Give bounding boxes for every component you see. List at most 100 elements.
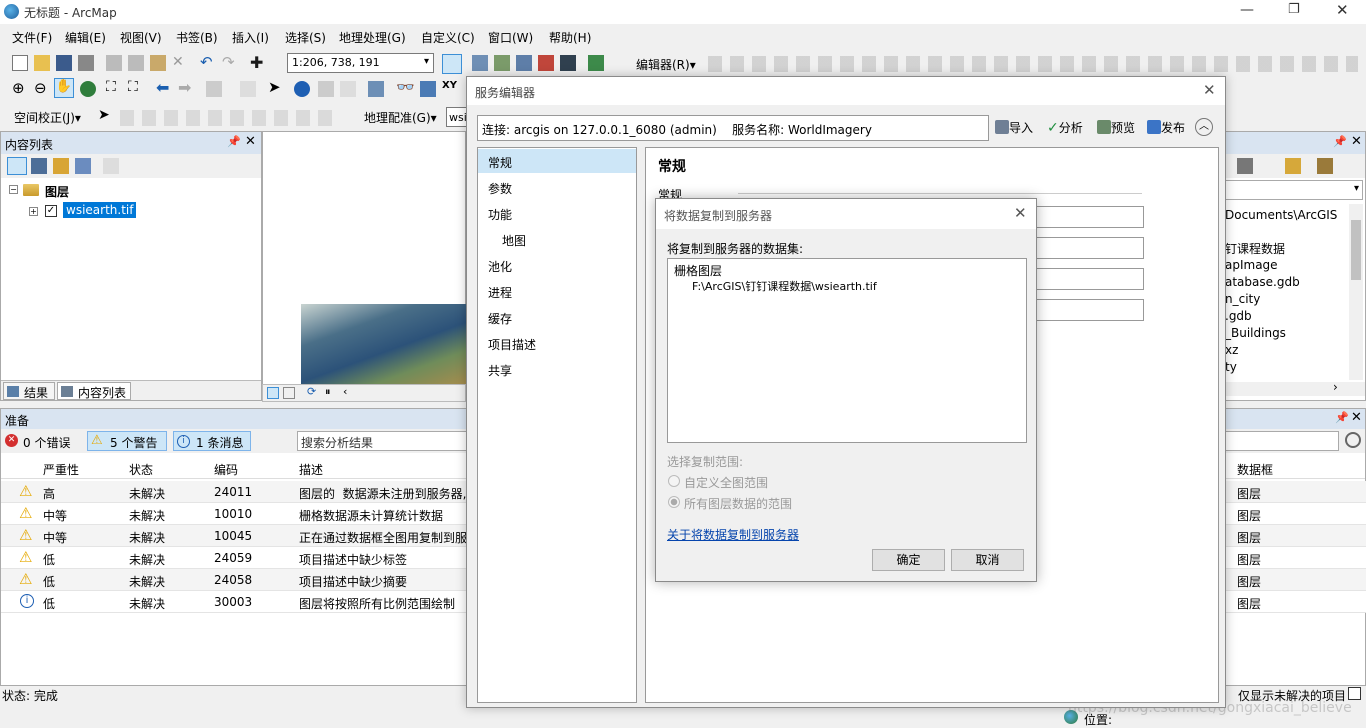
menu-windows[interactable]: 窗口(W) (488, 29, 533, 46)
menu-insert[interactable]: 插入(I) (232, 29, 269, 46)
catalog-hscroll[interactable]: › (1219, 380, 1365, 396)
publish-button[interactable]: 发布 (1147, 119, 1185, 136)
col-description[interactable]: 描述 (299, 461, 323, 478)
dataset-list[interactable]: 栅格图层 F:\ArcGIS\钉钉课程数据\wsiearth.tif (667, 258, 1027, 443)
forward-icon[interactable]: ➡ (178, 78, 194, 97)
find-route-icon[interactable] (420, 81, 436, 97)
nav-parameters[interactable]: 参数 (488, 180, 512, 197)
nav-item-description[interactable]: 项目描述 (488, 336, 536, 353)
scroll-thumb[interactable] (1351, 220, 1361, 280)
nav-sharing[interactable]: 共享 (488, 362, 512, 379)
close-icon[interactable]: ✕ (1336, 1, 1349, 19)
pan-icon[interactable]: ✋ (54, 78, 74, 98)
editor-toolbar-icon[interactable] (442, 54, 462, 74)
redo-icon[interactable]: ↷ (222, 53, 238, 71)
paste-icon[interactable] (150, 55, 166, 71)
all-layers-extent-radio[interactable] (668, 496, 680, 508)
catalog-item[interactable]: atabase.gdb (1225, 275, 1300, 289)
copy-icon[interactable] (128, 55, 144, 71)
only-unresolved-checkbox[interactable] (1348, 687, 1361, 700)
pause-icon[interactable]: ⏸ (325, 385, 331, 399)
connect-folder-icon[interactable] (1285, 158, 1301, 174)
minimize-icon[interactable]: — (1240, 2, 1254, 18)
view-toggle-icon[interactable] (1237, 158, 1253, 174)
nav-pooling[interactable]: 池化 (488, 258, 512, 275)
col-dataframe[interactable]: 数据框 (1237, 461, 1273, 478)
ok-button[interactable]: 确定 (872, 549, 945, 571)
warnings-filter[interactable]: ⚠ 5 个警告 (87, 431, 167, 451)
full-extent-icon[interactable] (80, 81, 96, 97)
data-view-icon[interactable] (267, 387, 279, 399)
hyperlink-icon[interactable] (318, 81, 334, 97)
text-field[interactable] (1036, 268, 1144, 290)
list-by-drawing-order-icon[interactable] (7, 157, 27, 175)
catalog-location[interactable]: ▾ (1223, 180, 1363, 200)
select-tool-icon[interactable]: ➤ (98, 107, 114, 123)
catalog-item[interactable]: _Buildings (1225, 326, 1286, 340)
scroll-left-icon[interactable]: ‹ (343, 385, 347, 398)
print-icon[interactable] (78, 55, 94, 71)
list-by-visibility-icon[interactable] (53, 158, 69, 174)
nav-caching[interactable]: 缓存 (488, 310, 512, 327)
identify-icon[interactable] (294, 81, 310, 97)
html-popup-icon[interactable] (340, 81, 356, 97)
col-code[interactable]: 编码 (214, 461, 238, 478)
scroll-right-icon[interactable]: › (1333, 380, 1338, 394)
measure-icon[interactable] (368, 81, 384, 97)
text-field[interactable] (1036, 237, 1144, 259)
pin-icon[interactable]: 📌 (227, 135, 241, 148)
catalog-item[interactable]: .gdb (1225, 309, 1252, 323)
menu-file[interactable]: 文件(F) (12, 29, 52, 46)
custom-extent-radio[interactable] (668, 475, 680, 487)
spatial-adjustment-menu[interactable]: 空间校正(J)▾ (14, 109, 81, 126)
menu-select[interactable]: 选择(S) (285, 29, 326, 46)
search-icon[interactable] (1345, 432, 1361, 448)
refresh-icon[interactable]: ⟳ (307, 385, 316, 398)
editor-menu[interactable]: 编辑器(R)▾ (636, 56, 696, 73)
layer-visibility-checkbox[interactable]: ✓ (45, 205, 57, 217)
delete-icon[interactable]: ✕ (172, 54, 188, 70)
service-editor-close-icon[interactable]: ✕ (1203, 81, 1216, 99)
help-link[interactable]: 关于将数据复制到服务器 (667, 526, 799, 543)
analyze-button[interactable]: ✓分析 (1047, 119, 1083, 136)
catalog-item[interactable]: n_city (1225, 292, 1260, 306)
search-window-icon[interactable] (516, 55, 532, 71)
col-status[interactable]: 状态 (129, 461, 153, 478)
catalog-item[interactable]: ty (1225, 360, 1237, 374)
list-by-source-icon[interactable] (31, 158, 47, 174)
nav-general[interactable]: 常规 (488, 154, 512, 171)
select-elements-icon[interactable]: ➤ (268, 78, 284, 96)
prepare-close-icon[interactable]: ✕ (1351, 410, 1362, 425)
errors-filter[interactable]: ✕ 0 个错误 (3, 431, 79, 451)
python-icon[interactable] (560, 55, 576, 71)
catalog-icon[interactable] (494, 55, 510, 71)
model-builder-icon[interactable] (588, 55, 604, 71)
collapse-icon[interactable]: ︿ (1195, 118, 1213, 136)
georeferencing-menu[interactable]: 地理配准(G)▾ (364, 109, 437, 126)
menu-customize[interactable]: 自定义(C) (421, 29, 475, 46)
arctoolbox-icon[interactable] (538, 55, 554, 71)
zoom-in-icon[interactable]: ⊕ (12, 79, 28, 97)
find-icon[interactable]: 👓 (396, 78, 415, 96)
menu-edit[interactable]: 编辑(E) (65, 29, 106, 46)
catalog-scrollbar[interactable] (1349, 204, 1363, 380)
cut-icon[interactable] (106, 55, 122, 71)
clear-selection-icon[interactable] (240, 81, 256, 97)
save-icon[interactable] (56, 55, 72, 71)
table-icon[interactable] (472, 55, 488, 71)
scale-dropdown[interactable]: 1:206, 738, 191 ▾ (287, 53, 434, 73)
nav-mapping[interactable]: 地图 (502, 232, 526, 249)
nav-capabilities[interactable]: 功能 (488, 206, 512, 223)
catalog-pin-icon[interactable]: 📌 (1333, 135, 1347, 148)
cancel-button[interactable]: 取消 (951, 549, 1024, 571)
dataset-file[interactable]: F:\ArcGIS\钉钉课程数据\wsiearth.tif (692, 278, 877, 294)
col-severity[interactable]: 严重性 (43, 461, 79, 478)
messages-filter[interactable]: i 1 条消息 (173, 431, 251, 451)
layer-expand-icon[interactable]: + (29, 207, 38, 216)
list-by-selection-icon[interactable] (75, 158, 91, 174)
menu-geoprocessing[interactable]: 地理处理(G) (339, 29, 406, 46)
copy-dialog-close-icon[interactable]: ✕ (1014, 204, 1027, 222)
text-field[interactable] (1036, 299, 1144, 321)
nav-processes[interactable]: 进程 (488, 284, 512, 301)
go-to-xy-icon[interactable]: XY (442, 80, 458, 96)
